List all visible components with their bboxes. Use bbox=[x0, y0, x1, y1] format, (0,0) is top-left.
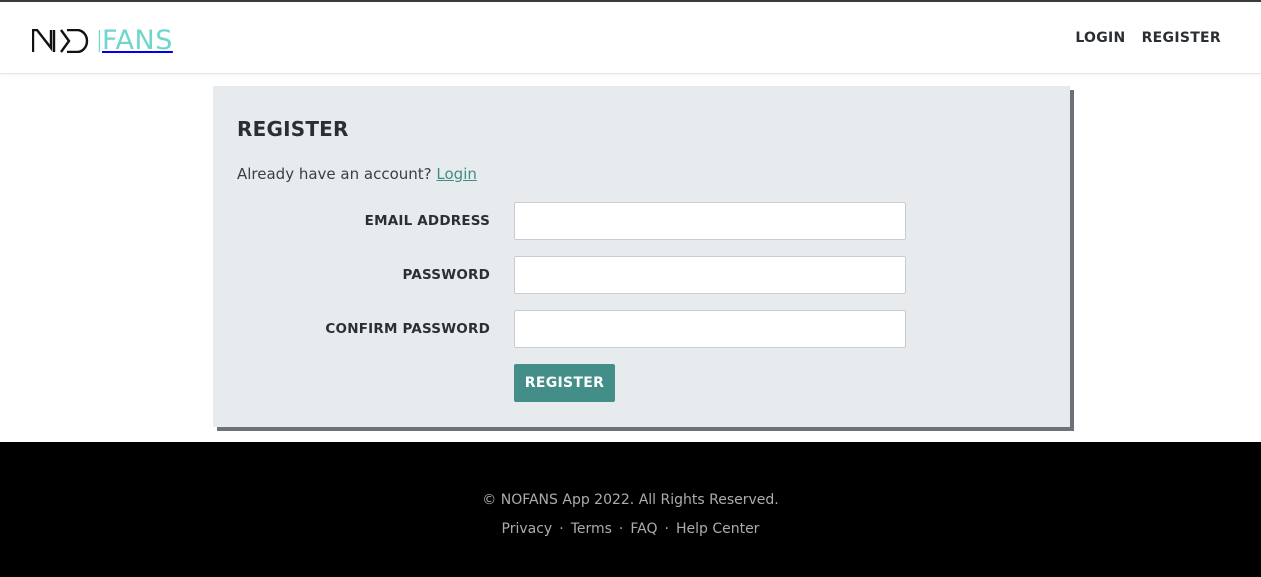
footer-links: Privacy · Terms · FAQ · Help Center bbox=[0, 521, 1261, 537]
footer-link-terms[interactable]: Terms bbox=[571, 521, 612, 537]
footer-link-privacy[interactable]: Privacy bbox=[502, 521, 553, 537]
password-label: PASSWORD bbox=[402, 267, 490, 283]
footer-separator: · bbox=[664, 521, 669, 537]
footer-separator: · bbox=[559, 521, 564, 537]
logo[interactable]: FANS bbox=[32, 25, 173, 56]
password-row: PASSWORD bbox=[213, 256, 1070, 294]
navbar: FANS LOGIN REGISTER bbox=[0, 2, 1261, 74]
password-field[interactable] bbox=[514, 256, 906, 294]
email-row: EMAIL ADDRESS bbox=[213, 202, 1070, 240]
footer-link-help-center[interactable]: Help Center bbox=[676, 521, 760, 537]
nav-login-link[interactable]: LOGIN bbox=[1075, 30, 1125, 46]
nav-register-link[interactable]: REGISTER bbox=[1142, 30, 1221, 46]
account-prompt: Already have an account? Login bbox=[237, 165, 477, 183]
register-card: REGISTER Already have an account? Login … bbox=[213, 86, 1070, 427]
account-prompt-text: Already have an account? bbox=[237, 165, 432, 183]
email-field[interactable] bbox=[514, 202, 906, 240]
login-link[interactable]: Login bbox=[436, 165, 476, 183]
footer-separator: · bbox=[618, 521, 624, 537]
email-label: EMAIL ADDRESS bbox=[364, 213, 490, 229]
confirm-password-field[interactable] bbox=[514, 310, 906, 348]
logo-text: FANS bbox=[102, 25, 173, 56]
footer-link-faq[interactable]: FAQ bbox=[630, 521, 657, 537]
register-button[interactable]: REGISTER bbox=[514, 364, 615, 402]
copyright-text: © NOFANS App 2022. All Rights Reserved. bbox=[482, 492, 779, 508]
confirm-password-row: CONFIRM PASSWORD bbox=[213, 310, 1070, 348]
logo-no-mark-icon bbox=[32, 29, 100, 53]
page-title: REGISTER bbox=[237, 117, 349, 141]
top-nav: LOGIN REGISTER bbox=[1075, 30, 1221, 46]
confirm-password-label: CONFIRM PASSWORD bbox=[325, 321, 490, 337]
footer: © NOFANS App 2022. All Rights Reserved. … bbox=[0, 442, 1261, 577]
